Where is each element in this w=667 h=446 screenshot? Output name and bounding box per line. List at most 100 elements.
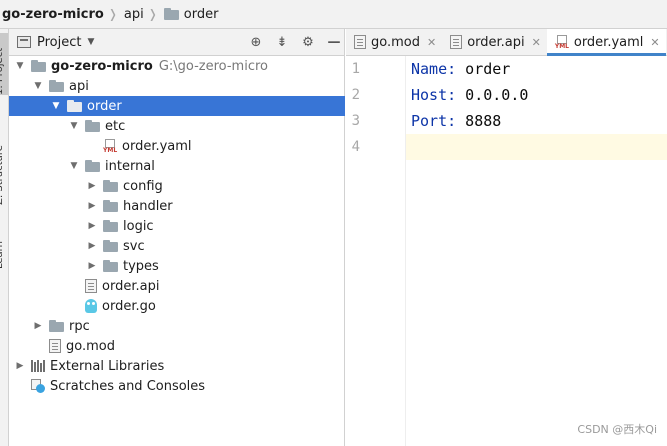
tree-item[interactable]: ▼ go-zero-micro G:\go-zero-micro: [9, 56, 345, 76]
line-number: 4: [351, 139, 360, 155]
editor-tab[interactable]: YML order.yaml ✕: [546, 29, 666, 56]
yaml-key: Name:: [411, 60, 457, 78]
tree-item[interactable]: order.go: [9, 296, 345, 316]
folder-icon: [31, 60, 46, 72]
yaml-key: Host:: [411, 86, 457, 104]
tree-item-label: order.go: [102, 298, 156, 314]
tree-item[interactable]: Scratches and Consoles: [9, 376, 345, 396]
folder-icon: [103, 240, 118, 252]
tree-item[interactable]: go.mod: [9, 336, 345, 356]
folder-icon: [103, 220, 118, 232]
navigation-breadcrumb: go-zero-micro ❭ api ❭ order: [0, 0, 667, 29]
expand-arrow-icon[interactable]: ▼: [31, 81, 45, 91]
tree-item[interactable]: ▼ etc: [9, 116, 345, 136]
minimize-icon[interactable]: —: [324, 33, 344, 53]
watermark: CSDN @西木Qi: [577, 423, 657, 436]
panel-toolbar: ⊕ ⇟ ⚙ —: [240, 29, 344, 56]
tree-item-label: internal: [105, 158, 155, 174]
collapse-arrow-icon[interactable]: ▶: [13, 361, 27, 371]
tree-item-label: api: [69, 78, 89, 94]
tree-item[interactable]: YML order.yaml: [9, 136, 345, 156]
tree-item-label: handler: [123, 198, 173, 214]
code-line[interactable]: Name: order: [411, 56, 510, 82]
editor-tab[interactable]: go.mod ✕: [346, 29, 442, 55]
tree-item[interactable]: ▶ types: [9, 256, 345, 276]
line-number: 1: [351, 61, 360, 77]
close-icon[interactable]: ✕: [532, 36, 541, 49]
collapse-arrow-icon[interactable]: ▶: [85, 181, 99, 191]
crosshair-icon[interactable]: ⊕: [246, 33, 266, 53]
folder-icon: [85, 160, 100, 172]
close-icon[interactable]: ✕: [427, 36, 436, 49]
collapse-arrow-icon[interactable]: ▶: [85, 221, 99, 231]
chevron-right-icon: ❭: [107, 7, 118, 21]
project-icon: [17, 36, 31, 48]
editor-tab[interactable]: order.api ✕: [442, 29, 547, 55]
close-icon[interactable]: ✕: [650, 36, 659, 49]
expand-arrow-icon[interactable]: ▼: [49, 101, 63, 111]
collapse-icon[interactable]: ⇟: [272, 33, 292, 53]
project-view-selector[interactable]: Project: [37, 35, 81, 50]
breadcrumb-label: go-zero-micro: [2, 6, 104, 22]
tool-tab-project[interactable]: 1: Project: [0, 33, 8, 95]
collapse-arrow-icon[interactable]: ▶: [31, 321, 45, 331]
expand-arrow-icon[interactable]: ▼: [67, 161, 81, 171]
breadcrumb-item-project[interactable]: go-zero-micro: [2, 7, 104, 22]
breadcrumb-label: api: [123, 6, 144, 22]
tree-item-label: config: [123, 178, 163, 194]
tree-item[interactable]: ▶ svc: [9, 236, 345, 256]
library-icon: [31, 360, 45, 372]
tree-item-label: etc: [105, 118, 126, 134]
tree-item-path: G:\go-zero-micro: [158, 58, 268, 74]
folder-icon: [163, 8, 179, 20]
text-file-icon: [354, 35, 366, 49]
tree-item[interactable]: ▶ logic: [9, 216, 345, 236]
project-panel: Project ▼ ⊕ ⇟ ⚙ — ▼ go-zero-micro G:\go-ze…: [9, 29, 345, 446]
project-panel-header: Project ▼ ⊕ ⇟ ⚙ —: [9, 29, 344, 56]
tree-item-label: go-zero-micro: [51, 58, 153, 74]
tool-tab-structure[interactable]: Z: Structure: [0, 125, 8, 205]
tool-tab-learn[interactable]: Learn: [0, 225, 8, 269]
yaml-value: 8888: [456, 112, 502, 130]
tree-item-label: svc: [123, 238, 145, 254]
chevron-right-icon: ❭: [147, 7, 158, 21]
breadcrumb-item-order[interactable]: order: [163, 6, 219, 22]
folder-icon: [85, 120, 100, 132]
text-file-icon: [450, 35, 463, 49]
breadcrumb-item-api[interactable]: api: [124, 7, 144, 22]
tree-item-label: types: [123, 258, 159, 274]
yaml-value: order: [456, 60, 511, 78]
tree-item[interactable]: ▶ rpc: [9, 316, 345, 336]
yaml-key: Port:: [411, 112, 457, 130]
tree-item[interactable]: ▼ internal: [9, 156, 345, 176]
code-line[interactable]: Port: 8888: [411, 108, 501, 134]
collapse-arrow-icon[interactable]: ▶: [85, 201, 99, 211]
editor-tab-label: order.api: [467, 34, 525, 50]
tree-item[interactable]: ▼ order: [9, 96, 345, 116]
yaml-file-icon: YML: [103, 138, 117, 154]
gear-icon[interactable]: ⚙: [298, 33, 318, 53]
tree-item-label: go.mod: [66, 338, 115, 354]
scratch-icon: [31, 379, 45, 393]
collapse-arrow-icon[interactable]: ▶: [85, 261, 99, 271]
folder-icon: [103, 180, 118, 192]
folder-icon: [103, 200, 118, 212]
tree-item[interactable]: ▶ External Libraries: [9, 356, 345, 376]
expand-arrow-icon[interactable]: ▼: [13, 61, 27, 71]
breadcrumb-label: order: [183, 6, 219, 22]
tree-item[interactable]: ▶ config: [9, 176, 345, 196]
collapse-arrow-icon[interactable]: ▶: [85, 241, 99, 251]
chevron-down-icon[interactable]: ▼: [87, 37, 94, 47]
tree-item-label: rpc: [69, 318, 90, 334]
tree-item-label: logic: [123, 218, 154, 234]
line-number-gutter: 1 2 3 4: [346, 56, 406, 446]
code-line[interactable]: Host: 0.0.0.0: [411, 82, 528, 108]
tree-item-label: Scratches and Consoles: [50, 378, 206, 394]
tree-item[interactable]: ▶ handler: [9, 196, 345, 216]
tree-item[interactable]: ▼ api: [9, 76, 345, 96]
tree-item[interactable]: order.api: [9, 276, 345, 296]
yaml-value: 0.0.0.0: [456, 86, 529, 104]
expand-arrow-icon[interactable]: ▼: [67, 121, 81, 131]
line-number: 3: [351, 113, 360, 129]
editor-tab-label: go.mod: [371, 34, 420, 50]
